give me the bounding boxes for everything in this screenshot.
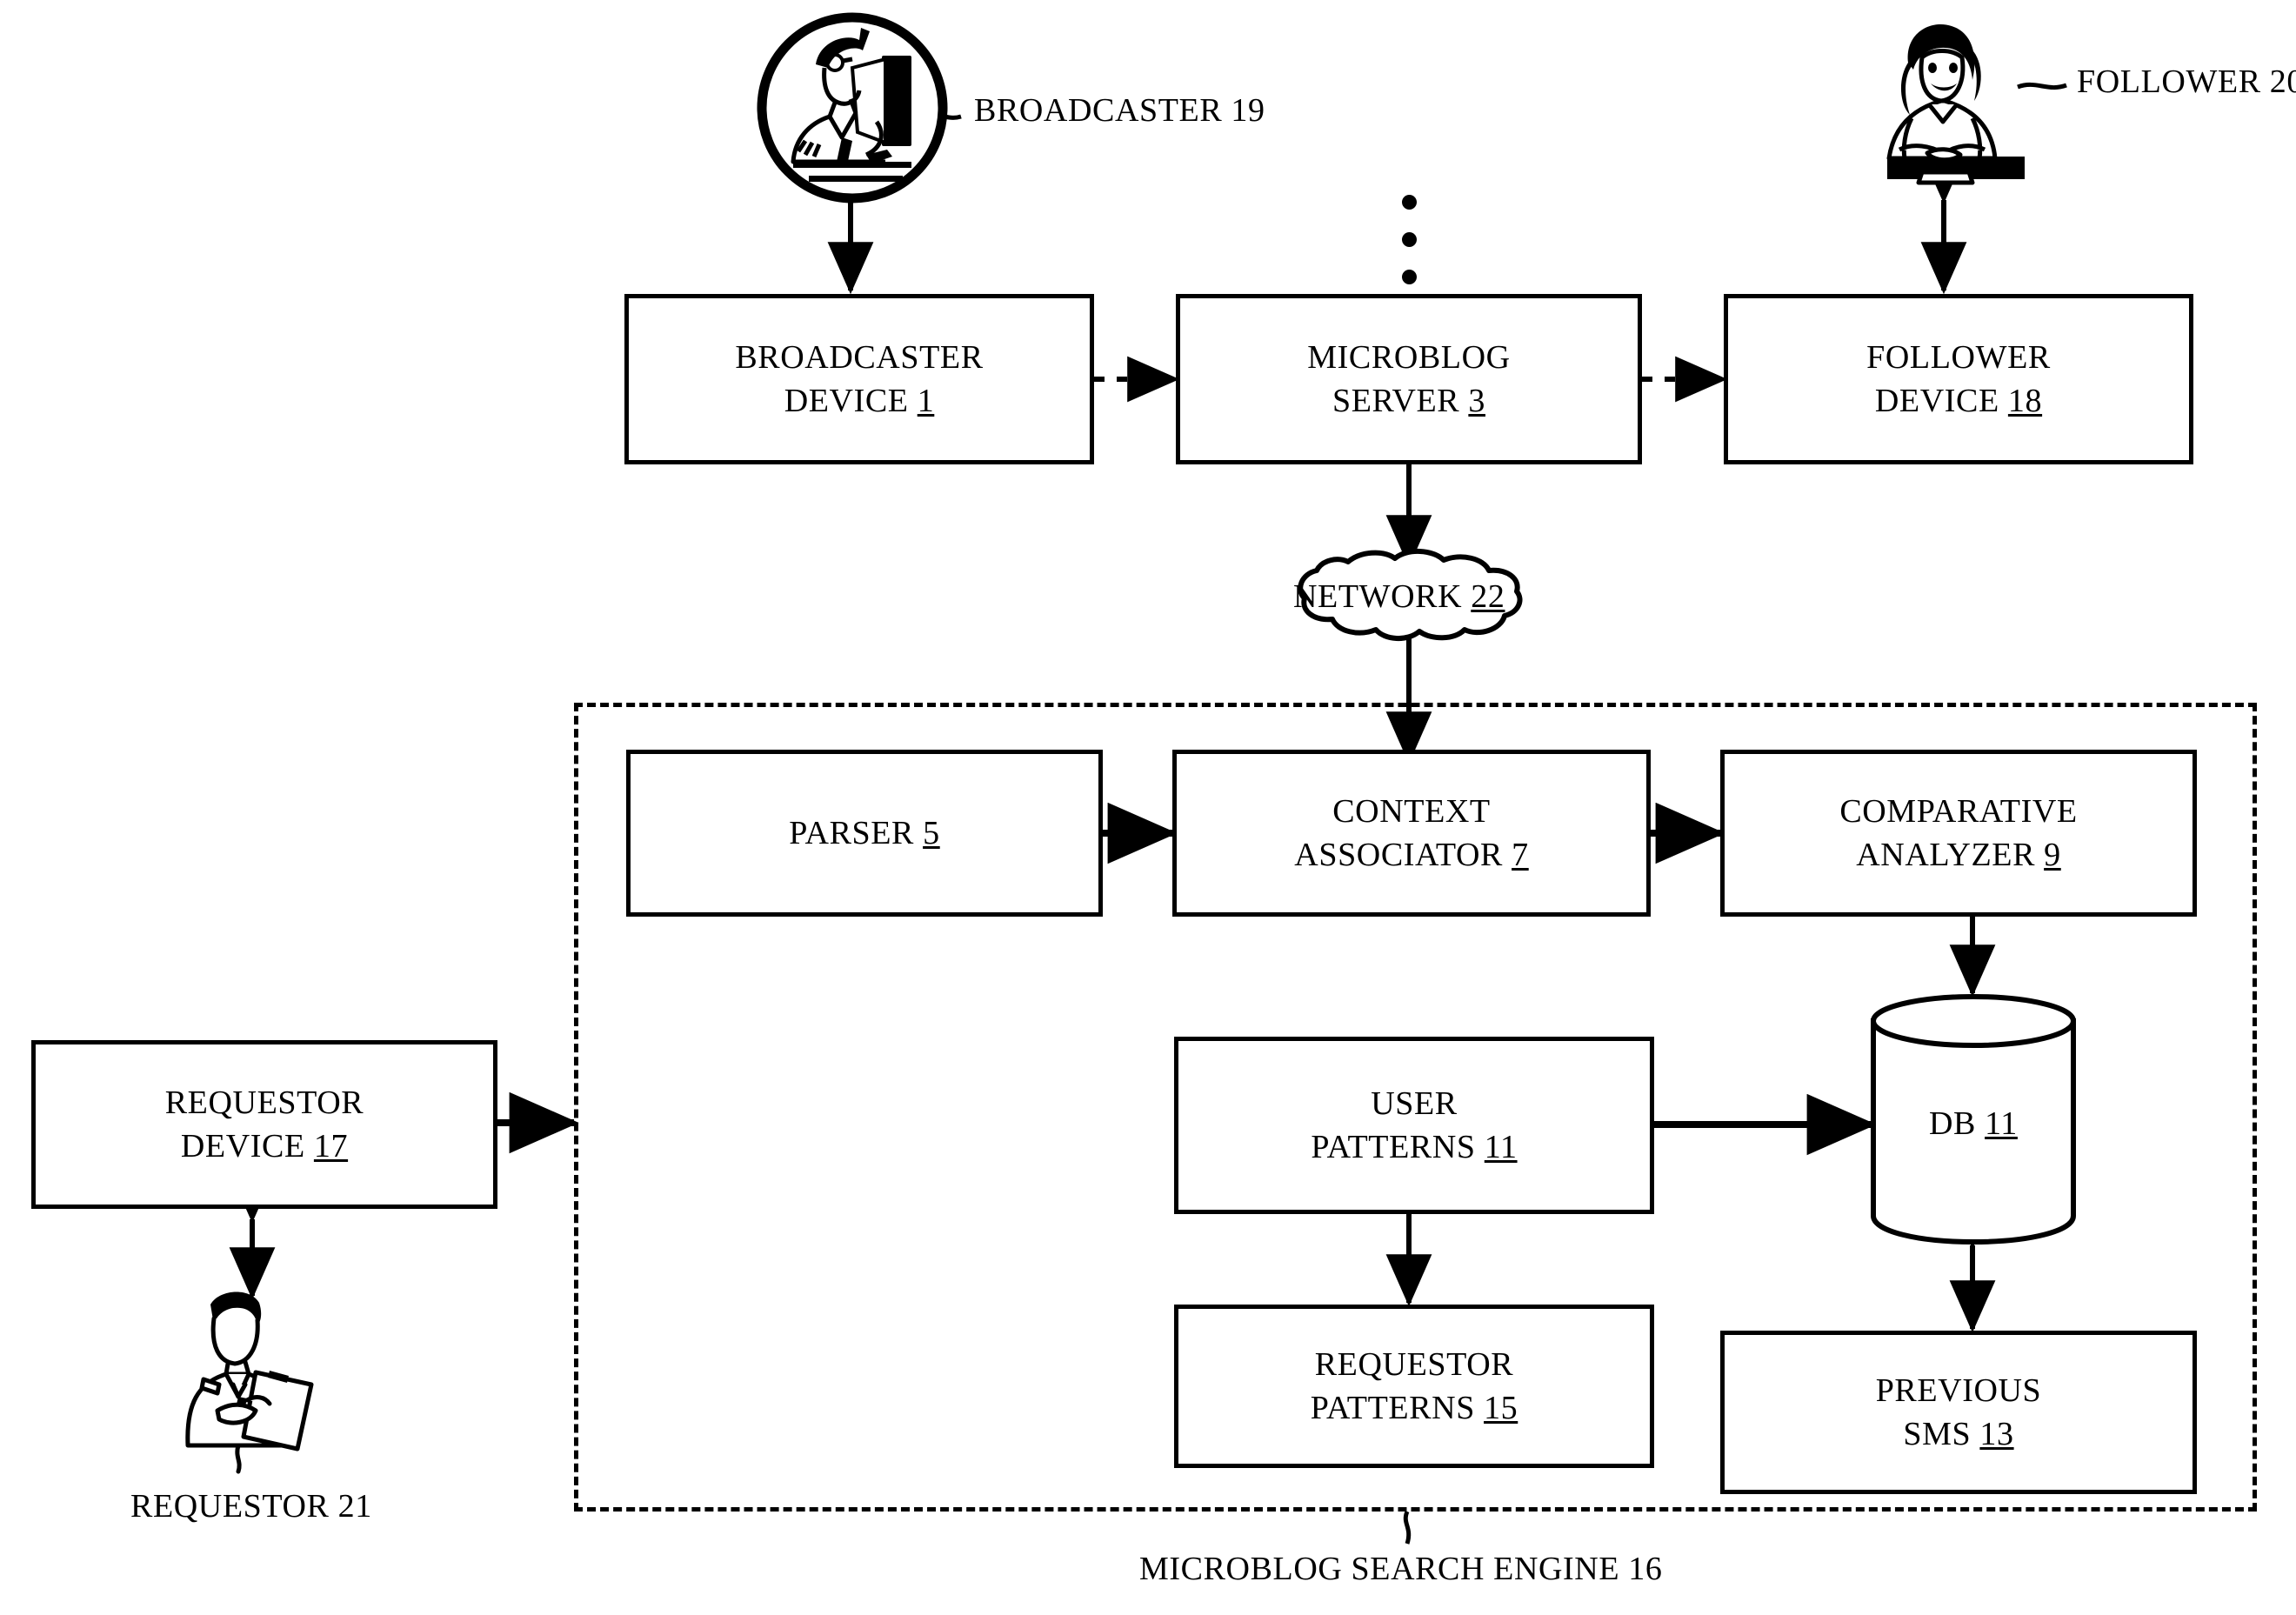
- box-previous-sms-line1: PREVIOUS: [1875, 1371, 2042, 1409]
- box-comparative-analyzer-line1: COMPARATIVE: [1839, 792, 2078, 830]
- box-previous-sms[interactable]: PREVIOUS SMS 13: [1720, 1331, 2197, 1494]
- box-context-associator[interactable]: CONTEXT ASSOCIATOR 7: [1172, 750, 1651, 917]
- woman-at-desk-icon: [1886, 23, 2025, 185]
- box-user-patterns-line1: USER: [1371, 1084, 1458, 1122]
- broadcaster-actor-label: BROADCASTER 19: [974, 92, 1265, 129]
- box-requestor-device-line2: DEVICE: [180, 1128, 314, 1165]
- box-previous-sms-line2: SMS: [1903, 1416, 1980, 1452]
- box-broadcaster-device-line1: BROADCASTER: [735, 338, 984, 376]
- box-comparative-analyzer[interactable]: COMPARATIVE ANALYZER 9: [1720, 750, 2197, 917]
- box-microblog-server[interactable]: MICROBLOG SERVER 3: [1176, 294, 1642, 464]
- db-ref: 11: [1985, 1105, 2018, 1142]
- box-broadcaster-device-ref: 1: [917, 383, 935, 419]
- network-label: NETWORK 22: [1293, 577, 1505, 616]
- box-user-patterns-line2: PATTERNS: [1311, 1129, 1485, 1165]
- engine-region-caption: MICROBLOG SEARCH ENGINE 16: [1139, 1551, 1663, 1587]
- box-follower-device-line1: FOLLOWER: [1866, 338, 2051, 376]
- box-requestor-device-ref: 17: [313, 1128, 349, 1165]
- box-microblog-server-line1: MICROBLOG: [1307, 338, 1511, 376]
- network-label-text: NETWORK: [1293, 578, 1472, 615]
- vertical-ellipsis-icon: [1402, 195, 1417, 307]
- box-follower-device-ref: 18: [2007, 383, 2043, 419]
- man-with-clipboard-icon: [185, 1291, 314, 1474]
- box-follower-device[interactable]: FOLLOWER DEVICE 18: [1724, 294, 2193, 464]
- box-requestor-device-line1: REQUESTOR: [164, 1084, 364, 1121]
- person-at-computer-circle-icon: [757, 12, 948, 204]
- box-requestor-patterns-ref: 15: [1484, 1390, 1518, 1426]
- box-user-patterns[interactable]: USER PATTERNS 11: [1174, 1037, 1654, 1214]
- box-broadcaster-device[interactable]: BROADCASTER DEVICE 1: [624, 294, 1094, 464]
- box-parser-ref: 5: [923, 814, 940, 851]
- network-ref: 22: [1471, 578, 1505, 615]
- box-requestor-patterns-line2: PATTERNS: [1310, 1390, 1485, 1426]
- db-label-text: DB: [1929, 1105, 1986, 1142]
- box-user-patterns-ref: 11: [1484, 1129, 1518, 1165]
- follower-actor-label: FOLLOWER 20: [2077, 63, 2296, 100]
- box-comparative-analyzer-line2: ANALYZER: [1856, 837, 2045, 873]
- requestor-actor-label: REQUESTOR 21: [130, 1488, 372, 1525]
- box-context-associator-line2: ASSOCIATOR: [1294, 837, 1512, 873]
- box-requestor-patterns[interactable]: REQUESTOR PATTERNS 15: [1174, 1305, 1654, 1468]
- box-context-associator-line1: CONTEXT: [1332, 792, 1491, 830]
- box-requestor-patterns-line1: REQUESTOR: [1314, 1345, 1514, 1383]
- box-parser[interactable]: PARSER 5: [626, 750, 1103, 917]
- box-requestor-device[interactable]: REQUESTOR DEVICE 17: [31, 1040, 497, 1209]
- box-comparative-analyzer-ref: 9: [2044, 837, 2061, 873]
- box-microblog-server-ref: 3: [1468, 383, 1485, 419]
- leader-engine-caption: [1403, 1511, 1412, 1545]
- box-parser-text: PARSER: [789, 814, 924, 851]
- box-broadcaster-device-line2: DEVICE: [784, 383, 918, 419]
- patent-figure-canvas: BROADCASTER 1 9 FOLLOWER 20 REQUESTOR 21 …: [0, 0, 2296, 1615]
- box-follower-device-line2: DEVICE: [1874, 383, 2008, 419]
- box-context-associator-ref: 7: [1512, 837, 1529, 873]
- box-previous-sms-ref: 13: [1979, 1416, 2014, 1452]
- box-microblog-server-line2: SERVER: [1332, 383, 1469, 419]
- db-label: DB 11: [1929, 1104, 2018, 1143]
